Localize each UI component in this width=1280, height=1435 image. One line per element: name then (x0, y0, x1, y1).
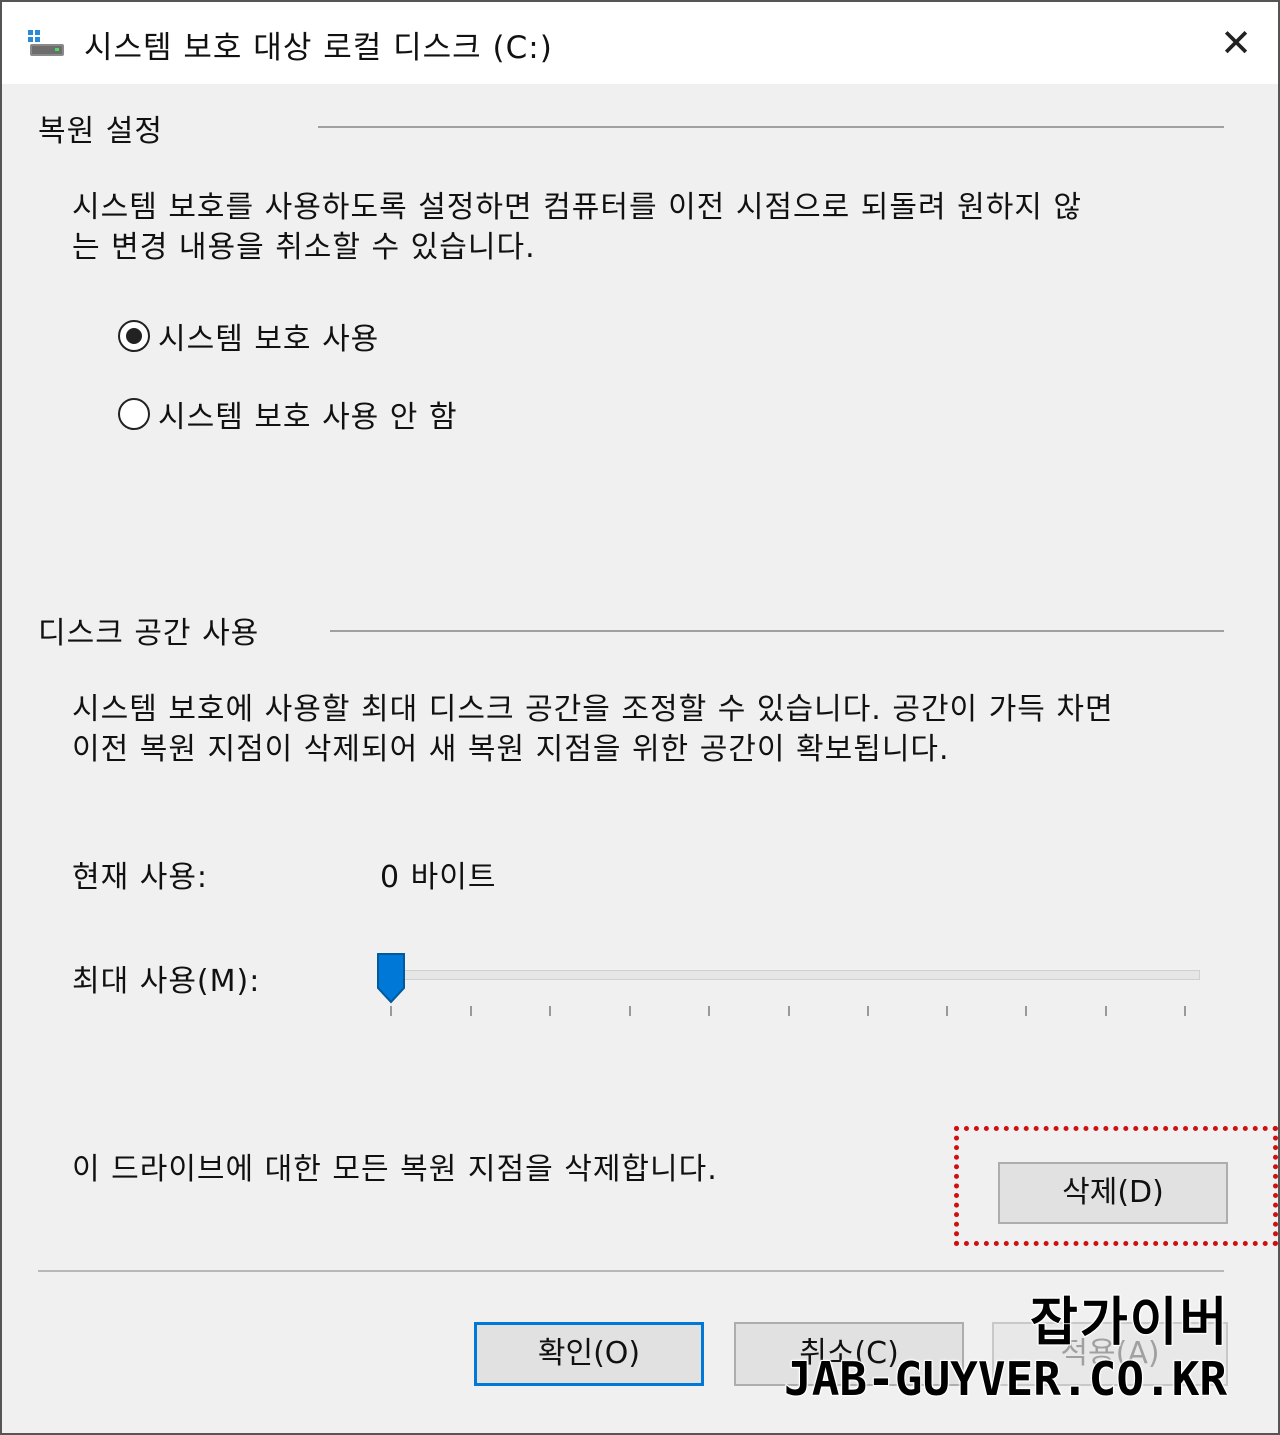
watermark-url: JAB-GUYVER.CO.KR (783, 1351, 1228, 1407)
disk-space-description-2: 이전 복원 지점이 삭제되어 새 복원 지점을 위한 공간이 확보됩니다. (72, 732, 950, 767)
highlight-annotation (954, 1126, 1278, 1246)
slider-tick (708, 1006, 710, 1016)
window-title: 시스템 보호 대상 로컬 디스크 (C:) (84, 30, 553, 66)
radio-disable-protection[interactable]: 시스템 보호 사용 안 함 (118, 394, 458, 435)
restore-settings-heading: 복원 설정 (38, 114, 163, 149)
ok-button[interactable]: 확인(O) (474, 1322, 704, 1386)
title-bar: 시스템 보호 대상 로컬 디스크 (C:) ✕ (2, 2, 1278, 84)
max-usage-label: 최대 사용(M): (72, 964, 261, 999)
slider-thumb[interactable] (376, 952, 406, 1004)
delete-description: 이 드라이브에 대한 모든 복원 지점을 삭제합니다. (72, 1152, 718, 1187)
radio-selected-icon[interactable] (118, 320, 150, 352)
slider-tick (867, 1006, 869, 1016)
slider-tick (946, 1006, 948, 1016)
slider-tick (549, 1006, 551, 1016)
current-usage-value: 0 바이트 (380, 860, 497, 895)
restore-settings-description-2: 는 변경 내용을 취소할 수 있습니다. (72, 230, 536, 265)
system-protection-dialog: 시스템 보호 대상 로컬 디스크 (C:) ✕ 복원 설정 시스템 보호를 사용… (0, 0, 1280, 1435)
max-usage-slider-track[interactable] (382, 970, 1200, 980)
slider-tick (1184, 1006, 1186, 1016)
section-divider (330, 630, 1224, 632)
footer-divider (38, 1270, 1224, 1272)
radio-unselected-icon[interactable] (118, 398, 150, 430)
close-icon[interactable]: ✕ (1208, 18, 1264, 68)
disk-space-description-1: 시스템 보호에 사용할 최대 디스크 공간을 조정할 수 있습니다. 공간이 가… (72, 692, 1114, 727)
slider-tick (629, 1006, 631, 1016)
drive-icon (28, 30, 64, 56)
restore-settings-description-1: 시스템 보호를 사용하도록 설정하면 컴퓨터를 이전 시점으로 되돌려 원하지 … (72, 190, 1083, 225)
radio-label: 시스템 보호 사용 (158, 322, 380, 357)
slider-tick (1105, 1006, 1107, 1016)
current-usage-label: 현재 사용: (72, 860, 209, 895)
watermark-korean: 잡가이버 (1029, 1292, 1230, 1354)
slider-tick (390, 1006, 392, 1016)
radio-label: 시스템 보호 사용 안 함 (158, 400, 458, 435)
slider-tick (1025, 1006, 1027, 1016)
slider-tick (470, 1006, 472, 1016)
section-divider (318, 126, 1224, 128)
slider-tick (788, 1006, 790, 1016)
radio-enable-protection[interactable]: 시스템 보호 사용 (118, 316, 380, 357)
disk-space-heading: 디스크 공간 사용 (38, 616, 260, 651)
